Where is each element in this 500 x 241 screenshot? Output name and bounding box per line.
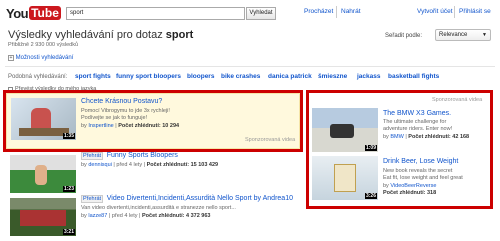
page-title: Výsledky vyhledávání pro dotaz sport: [8, 29, 194, 41]
result-2-thumbnail[interactable]: 3:21: [10, 198, 76, 236]
related-search-basketball-fights[interactable]: basketball fights: [388, 73, 439, 80]
result-2-title-row: Přehrát Video Divertenti,Incidenti,Assur…: [81, 195, 293, 203]
related-search-danica-patrick[interactable]: danica patrick: [268, 73, 312, 80]
ad-2-meta: by VideoBeerReverse: [383, 183, 437, 189]
related-search-funny-sport-bloopers[interactable]: funny sport bloopers: [116, 73, 181, 80]
sign-in-link[interactable]: Přihlásit se: [459, 8, 491, 15]
promoted-desc-1: Pomocí Vibrogymu to jde 3x rychleji!: [81, 108, 170, 114]
result-2-meta: by lazze87 | před 4 lety | Počet zhlédnu…: [81, 213, 211, 219]
result-1-title[interactable]: Funny Sports Bloopers: [107, 152, 178, 159]
result-1-badge[interactable]: Přehrát: [81, 152, 104, 160]
result-1-thumbnail[interactable]: 1:23: [10, 155, 76, 193]
result-2-title[interactable]: Video Divertenti,Incidenti,Assurdità Nel…: [107, 195, 293, 202]
promoted-thumbnail[interactable]: 1:35: [11, 98, 76, 140]
ad-1-channel-link[interactable]: BMW: [390, 134, 403, 140]
ad-2-desc-1: New book reveals the secret: [383, 168, 453, 174]
sort-value: Relevance: [439, 32, 468, 38]
result-2-badge[interactable]: Přehrát: [81, 195, 104, 203]
plus-icon: +: [8, 55, 14, 61]
sidebar-sponsored-label: Sponzorovaná videa: [432, 97, 483, 103]
result-2-views: Počet zhlédnutí: 4 372 963: [142, 213, 211, 219]
promoted-channel-link[interactable]: Inspertline: [88, 123, 113, 129]
ad-1-meta: by BMW | Počet zhlédnutí: 42 168: [383, 134, 470, 140]
ad-1-duration: 1:09: [364, 145, 377, 151]
promoted-meta: by Inspertline | Počet zhlédnutí: 10 294: [81, 123, 180, 129]
youtube-logo[interactable]: You Tube: [6, 3, 61, 23]
result-1-meta: by dennisqui | před 4 lety | Počet zhléd…: [81, 162, 219, 168]
sort-select[interactable]: Relevance ▼: [435, 29, 491, 41]
query-text: sport: [165, 29, 194, 41]
search-input[interactable]: sport: [66, 7, 245, 20]
ad-1-views: Počet zhlédnutí: 42 168: [408, 134, 470, 140]
ad-1-title[interactable]: The BMW X3 Games.: [383, 110, 451, 117]
related-search-bloopers[interactable]: bloopers: [187, 73, 214, 80]
thumb-equipment: [19, 128, 69, 136]
promoted-duration: 1:35: [62, 133, 75, 139]
result-1-channel-link[interactable]: dennisqui: [88, 162, 112, 168]
promoted-title[interactable]: Chcete Krásnou Postavu?: [81, 98, 162, 105]
ad-2-desc-2: Eat fit, lose weight and feel great: [383, 175, 463, 181]
ad-2-views: Počet zhlédnutí: 318: [383, 190, 437, 196]
promoted-views: Počet zhlédnutí: 10 294: [118, 123, 180, 129]
search-button[interactable]: Vyhledat: [246, 7, 276, 20]
related-search-bike-crashes[interactable]: bike crashes: [221, 73, 260, 80]
thumb-crowd: [20, 210, 66, 226]
results-count: Přibližně 2 930 000 výsledků: [8, 42, 79, 48]
sort-label: Seřadit podle:: [385, 33, 423, 39]
thumb-player: [35, 165, 47, 185]
result-1-duration: 1:23: [62, 186, 75, 192]
nav-browse[interactable]: Procházet: [304, 8, 333, 15]
result-2-duration: 3:21: [62, 229, 75, 235]
result-1-views: Počet zhlédnutí: 15 103 429: [146, 162, 219, 168]
search-options-link[interactable]: + Možnosti vyhledávání: [8, 55, 73, 61]
search-options-label[interactable]: Možnosti vyhledávání: [16, 55, 74, 61]
nav-upload[interactable]: Nahrát: [341, 8, 361, 15]
related-search-jackass[interactable]: jackass: [357, 73, 381, 80]
related-search-sport-fights[interactable]: sport fights: [75, 73, 111, 80]
result-2-channel-link[interactable]: lazze87: [88, 213, 107, 219]
logo-tube: Tube: [29, 6, 61, 20]
thumb-vehicle: [330, 124, 354, 138]
related-search-smieszne[interactable]: šmieszne: [318, 73, 347, 80]
account-separator: [454, 6, 455, 18]
result-1-title-row: Přehrát Funny Sports Bloopers: [81, 152, 178, 160]
result-2-desc: Van video divertenti,incidenti,assurdità…: [81, 205, 236, 211]
ad-1-thumbnail[interactable]: 1:09: [312, 108, 378, 152]
ad-1-desc-2: adventure riders. Enter now!: [383, 126, 453, 132]
ad-2-channel-link[interactable]: VideoBeerReverse: [390, 183, 436, 189]
ad-2-thumbnail[interactable]: 3:26: [312, 156, 378, 200]
logo-you: You: [6, 5, 29, 21]
chevron-down-icon: ▼: [482, 32, 487, 38]
ad-1-desc-1: The ultimate challenge for: [383, 119, 447, 125]
ad-2-duration: 3:26: [364, 193, 377, 199]
nav-separator: [336, 6, 337, 18]
related-searches-label: Podobná vyhledávání:: [8, 74, 68, 80]
thumb-book: [334, 164, 356, 192]
divider: [5, 66, 495, 67]
promoted-sponsored-label: Sponzorovaná videa: [245, 137, 296, 143]
ad-2-title[interactable]: Drink Beer, Lose Weight: [383, 158, 458, 165]
promoted-desc-2: Podívejte se jak to funguje!: [81, 115, 148, 121]
create-account-link[interactable]: Vytvořit účet: [417, 8, 453, 15]
